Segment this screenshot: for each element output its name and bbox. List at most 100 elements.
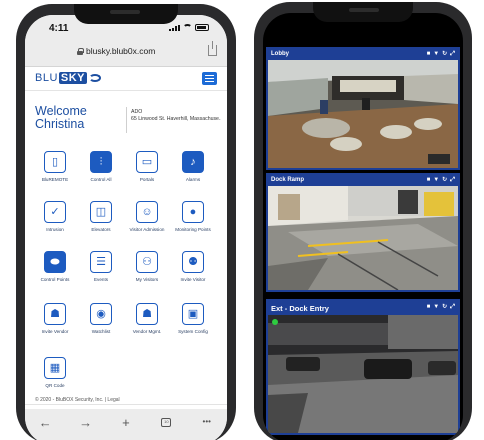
camera-header: Dock Ramp ■ ▼ ↻ ⤢	[268, 175, 458, 186]
tile-watchlist[interactable]: ◉ Watchlist	[82, 303, 120, 335]
tile-label: Control Points	[40, 277, 70, 282]
tile-visitor-admission[interactable]: ☺ Visitor Admission	[128, 201, 166, 233]
footer-copyright[interactable]: © 2020 - BluBOX Security, Inc. | Legal	[35, 397, 120, 403]
door-icon: ▭	[136, 151, 158, 173]
logo-text-a: BLU	[35, 72, 58, 84]
tile-qr-code[interactable]: ▦ QR Code	[36, 357, 74, 389]
tile-control-points[interactable]: ⬬ Control Points	[36, 251, 74, 283]
eye-icon: ◉	[90, 303, 112, 325]
expand-icon[interactable]: ⤢	[450, 304, 455, 311]
camera-feed-ext-dock-entry[interactable]	[268, 315, 458, 433]
camera-panel-lobby[interactable]: Lobby ■ ▼ ↻ ⤢	[266, 47, 460, 170]
tile-label: QR Code	[45, 383, 65, 388]
welcome-heading: Welcome Christina	[35, 105, 87, 131]
url-text: blusky.blub0x.com	[86, 46, 156, 56]
camera-live-status-dot	[272, 319, 278, 325]
tile-events[interactable]: ☰ Events	[82, 251, 120, 283]
vendor-mgmt-icon: ☗	[136, 303, 158, 325]
left-phone-frame: 4:11 blusky.blub0x.com BLU SKY Welcome C…	[16, 4, 236, 440]
tile-my-visitors[interactable]: ⚇ My Visitors	[128, 251, 166, 283]
tile-label: System Config	[178, 329, 208, 334]
site-name: ADO	[131, 109, 143, 115]
app-screen: 4:11 blusky.blub0x.com BLU SKY Welcome C…	[25, 15, 227, 440]
tabs-button[interactable]: 10	[158, 415, 174, 429]
tile-bluremote[interactable]: ▯ BluREMOTE	[36, 151, 74, 183]
refresh-icon[interactable]: ↻	[442, 304, 447, 311]
invite-icon: ⚉	[182, 251, 204, 273]
browser-toolbar: ← → + 10 •••	[25, 409, 227, 440]
sliders-icon: ⫶	[90, 151, 112, 173]
share-icon[interactable]	[208, 41, 217, 56]
people-icon: ⚇	[136, 251, 158, 273]
expand-icon[interactable]: ⤢	[450, 51, 455, 58]
bell-icon: ♪	[182, 151, 204, 173]
blusky-logo[interactable]: BLU SKY	[35, 72, 102, 84]
camera-tools: ■ ▼ ↻ ⤢	[427, 304, 455, 311]
tile-intrusion[interactable]: ✓ Intrusion	[36, 201, 74, 233]
visitor-icon: ☺	[136, 201, 158, 223]
qr-icon: ▦	[44, 357, 66, 379]
camera-feed-lobby[interactable]	[268, 60, 458, 168]
delete-icon[interactable]: ■	[427, 51, 431, 58]
filter-icon[interactable]: ▼	[433, 177, 439, 184]
site-address: 65 Linwood St. Haverhill, Massachuse...	[131, 116, 221, 122]
vendor-icon: ☗	[44, 303, 66, 325]
camera-panel-dock-ramp[interactable]: Dock Ramp ■ ▼ ↻ ⤢	[266, 173, 460, 292]
page-header: BLU SKY	[25, 67, 227, 91]
tile-label: Vendor Mgmt.	[132, 329, 162, 334]
welcome-user-name: Christina	[35, 117, 85, 131]
site-selector[interactable]: ADO 65 Linwood St. Haverhill, Massachuse…	[131, 109, 221, 123]
back-arrow-icon[interactable]: ←	[37, 415, 53, 429]
filter-icon[interactable]: ▼	[433, 51, 439, 58]
tile-elevators[interactable]: ◫ Elevators	[82, 201, 120, 233]
tile-control-all[interactable]: ⫶ Control All	[82, 151, 120, 183]
tile-label: Intrusion	[46, 227, 64, 232]
new-tab-icon[interactable]: +	[118, 415, 134, 429]
tile-label: Invite Visitor	[180, 277, 206, 282]
tile-label: Invite Vendor	[41, 329, 69, 334]
camera-screen: Lobby ■ ▼ ↻ ⤢ Dock Ramp ■ ▼ ↻ ⤢ Ext - Do…	[263, 13, 463, 440]
browser-url-bar[interactable]: blusky.blub0x.com	[25, 41, 227, 67]
camera-tools: ■ ▼ ↻ ⤢	[427, 51, 455, 58]
delete-icon[interactable]: ■	[427, 177, 431, 184]
tile-label: Elevators	[91, 227, 111, 232]
tile-label: Visitor Admission	[129, 227, 165, 232]
more-menu-icon[interactable]: •••	[199, 415, 215, 429]
toggle-icon: ⬬	[44, 251, 66, 273]
signal-icon	[169, 25, 180, 31]
config-icon: ▣	[182, 303, 204, 325]
tile-label: My Visitors	[135, 277, 159, 282]
camera-tools: ■ ▼ ↻ ⤢	[427, 177, 455, 184]
site-divider	[126, 107, 127, 133]
expand-icon[interactable]: ⤢	[450, 177, 455, 184]
tile-label: Watchlist	[91, 329, 111, 334]
tile-invite-vendor[interactable]: ☗ Invite Vendor	[36, 303, 74, 335]
wifi-icon	[183, 24, 192, 31]
elevator-icon: ◫	[90, 201, 112, 223]
hamburger-menu-button[interactable]	[202, 72, 217, 85]
monitor-point-icon: ●	[182, 201, 204, 223]
right-phone-frame: Lobby ■ ▼ ↻ ⤢ Dock Ramp ■ ▼ ↻ ⤢ Ext - Do…	[254, 2, 472, 440]
refresh-icon[interactable]: ↻	[442, 177, 447, 184]
tile-portals[interactable]: ▭ Portals	[128, 151, 166, 183]
camera-feed-dock-ramp[interactable]	[268, 186, 458, 290]
camera-panel-ext-dock-entry[interactable]: Ext - Dock Entry ■ ▼ ↻ ⤢	[266, 299, 460, 435]
shield-icon: ✓	[44, 201, 66, 223]
refresh-icon[interactable]: ↻	[442, 51, 447, 58]
tile-vendor-mgmt[interactable]: ☗ Vendor Mgmt.	[128, 303, 166, 335]
camera-name: Ext - Dock Entry	[271, 304, 329, 313]
camera-header: Lobby ■ ▼ ↻ ⤢	[268, 49, 458, 60]
tile-invite-visitor[interactable]: ⚉ Invite Visitor	[174, 251, 212, 283]
tile-monitoring-points[interactable]: ● Monitoring Points	[174, 201, 212, 233]
tile-alarms[interactable]: ♪ Alarms	[174, 151, 212, 183]
forward-arrow-icon[interactable]: →	[78, 415, 94, 429]
filter-icon[interactable]: ▼	[433, 304, 439, 311]
tile-system-config[interactable]: ▣ System Config	[174, 303, 212, 335]
phone-notch	[313, 2, 413, 22]
remote-icon: ▯	[44, 151, 66, 173]
footer-divider	[25, 404, 227, 405]
delete-icon[interactable]: ■	[427, 304, 431, 311]
tile-label: Monitoring Points	[175, 227, 211, 232]
tile-label: Alarms	[185, 177, 201, 182]
url-display[interactable]: blusky.blub0x.com	[77, 46, 155, 56]
